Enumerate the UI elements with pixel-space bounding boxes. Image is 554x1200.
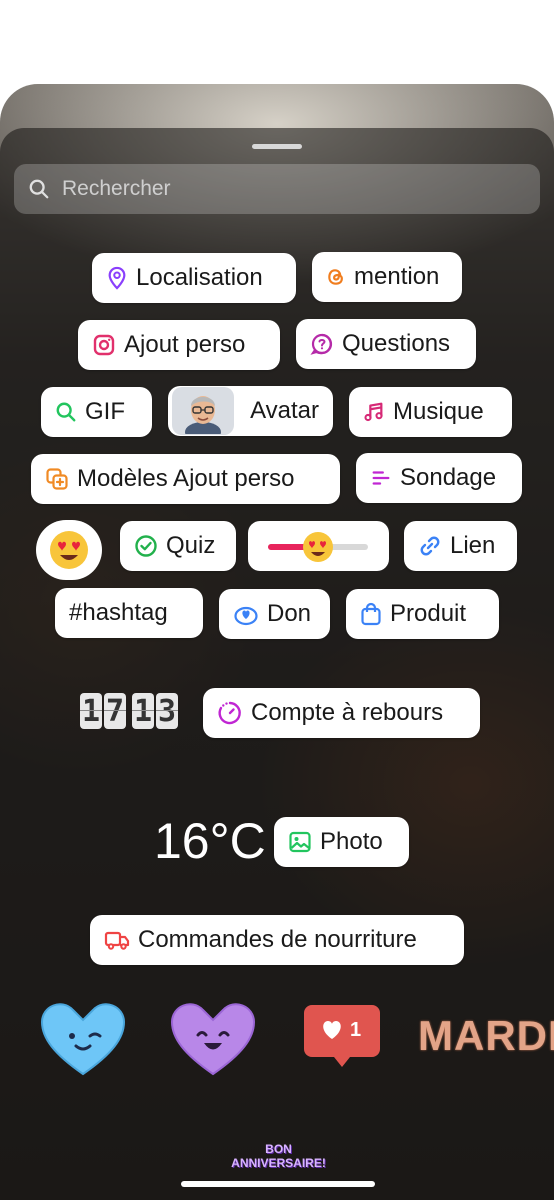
product-sticker[interactable]: Produit	[346, 589, 499, 639]
gif-sticker[interactable]: GIF	[41, 387, 152, 437]
day-sticker[interactable]: MARDI	[418, 1012, 554, 1060]
emoji-reaction-sticker[interactable]	[36, 520, 102, 580]
music-label: Musique	[393, 398, 484, 425]
link-sticker[interactable]: Lien	[404, 521, 517, 571]
avatar-label: Avatar	[250, 397, 319, 424]
countdown-timer-icon	[218, 701, 241, 725]
countdown-label: Compte à rebours	[251, 699, 444, 726]
question-bubble-icon	[310, 333, 333, 355]
delivery-truck-icon	[104, 931, 130, 950]
birthday-line-2: ANNIVERSAIRE!	[231, 1156, 326, 1170]
templates-sticker[interactable]: Modèles Ajout perso	[31, 454, 340, 504]
status-area	[0, 0, 554, 90]
donate-sticker[interactable]: Don	[219, 589, 330, 639]
avatar-sticker[interactable]: Avatar	[168, 386, 333, 436]
camera-icon	[93, 334, 115, 356]
like-count-sticker[interactable]: 1	[304, 1005, 380, 1071]
poll-label: Sondage	[400, 464, 497, 491]
clock-minutes: 1 3	[132, 693, 178, 729]
clock-digit: 1	[132, 693, 154, 729]
music-note-icon	[364, 402, 383, 422]
shopping-bag-icon	[361, 602, 381, 626]
check-circle-icon	[135, 535, 157, 557]
purple-heart-smile-sticker[interactable]	[170, 998, 256, 1076]
emoji-slider-graphic	[268, 532, 368, 562]
heart-eyes-emoji-icon	[50, 531, 88, 569]
avatar-image	[172, 387, 235, 435]
clock-hours: 1 7	[80, 693, 126, 729]
add-yours-label: Ajout perso	[124, 331, 246, 358]
location-label: Localisation	[136, 264, 263, 291]
templates-icon	[46, 468, 68, 490]
gif-search-icon	[56, 402, 76, 422]
clock-digit: 7	[104, 693, 126, 729]
poll-icon	[372, 471, 390, 485]
food-orders-label: Commandes de nourriture	[138, 926, 417, 953]
temperature-sticker[interactable]: 16°C	[154, 812, 266, 870]
quiz-label: Quiz	[166, 532, 216, 559]
photo-sticker[interactable]: Photo	[274, 817, 409, 867]
location-sticker[interactable]: Localisation	[92, 253, 296, 303]
emoji-slider-sticker[interactable]	[248, 521, 389, 571]
clock-digit: 3	[156, 693, 178, 729]
link-icon	[420, 536, 440, 556]
hashtag-label: #hashtag	[69, 599, 168, 626]
donate-label: Don	[267, 600, 312, 627]
music-sticker[interactable]: Musique	[349, 387, 512, 437]
donate-heart-icon	[234, 606, 258, 626]
product-label: Produit	[390, 600, 467, 627]
blue-heart-wink-sticker[interactable]	[40, 998, 126, 1076]
like-count: 1	[350, 1019, 362, 1041]
mention-sticker[interactable]: mention	[312, 252, 462, 302]
gif-label: GIF	[85, 398, 125, 425]
mention-label: mention	[354, 263, 440, 290]
food-orders-sticker[interactable]: Commandes de nourriture	[90, 915, 464, 965]
poll-sticker[interactable]: Sondage	[356, 453, 522, 503]
photo-label: Photo	[320, 828, 383, 855]
home-indicator[interactable]	[181, 1181, 375, 1187]
image-icon	[289, 831, 311, 853]
like-bubble-icon	[304, 1005, 380, 1067]
birthday-sticker[interactable]: BON ANNIVERSAIRE!	[226, 1142, 331, 1170]
templates-label: Modèles Ajout perso	[77, 465, 295, 492]
clock-sticker[interactable]: 1 7 1 3	[80, 693, 178, 729]
search-icon	[29, 179, 49, 199]
quiz-sticker[interactable]: Quiz	[120, 521, 236, 571]
clock-digit: 1	[80, 693, 102, 729]
hashtag-sticker[interactable]: #hashtag	[55, 588, 203, 638]
add-yours-sticker[interactable]: Ajout perso	[78, 320, 280, 370]
questions-sticker[interactable]: Questions	[296, 319, 476, 369]
sheet-grabber[interactable]	[252, 144, 302, 149]
questions-label: Questions	[342, 330, 451, 357]
location-pin-icon	[108, 266, 126, 290]
countdown-sticker[interactable]: Compte à rebours	[203, 688, 480, 738]
threads-icon	[328, 269, 343, 285]
search-input[interactable]: Rechercher	[62, 177, 171, 201]
birthday-line-1: BON	[265, 1142, 292, 1156]
link-label: Lien	[450, 532, 496, 559]
search-bar[interactable]: Rechercher	[14, 164, 540, 214]
